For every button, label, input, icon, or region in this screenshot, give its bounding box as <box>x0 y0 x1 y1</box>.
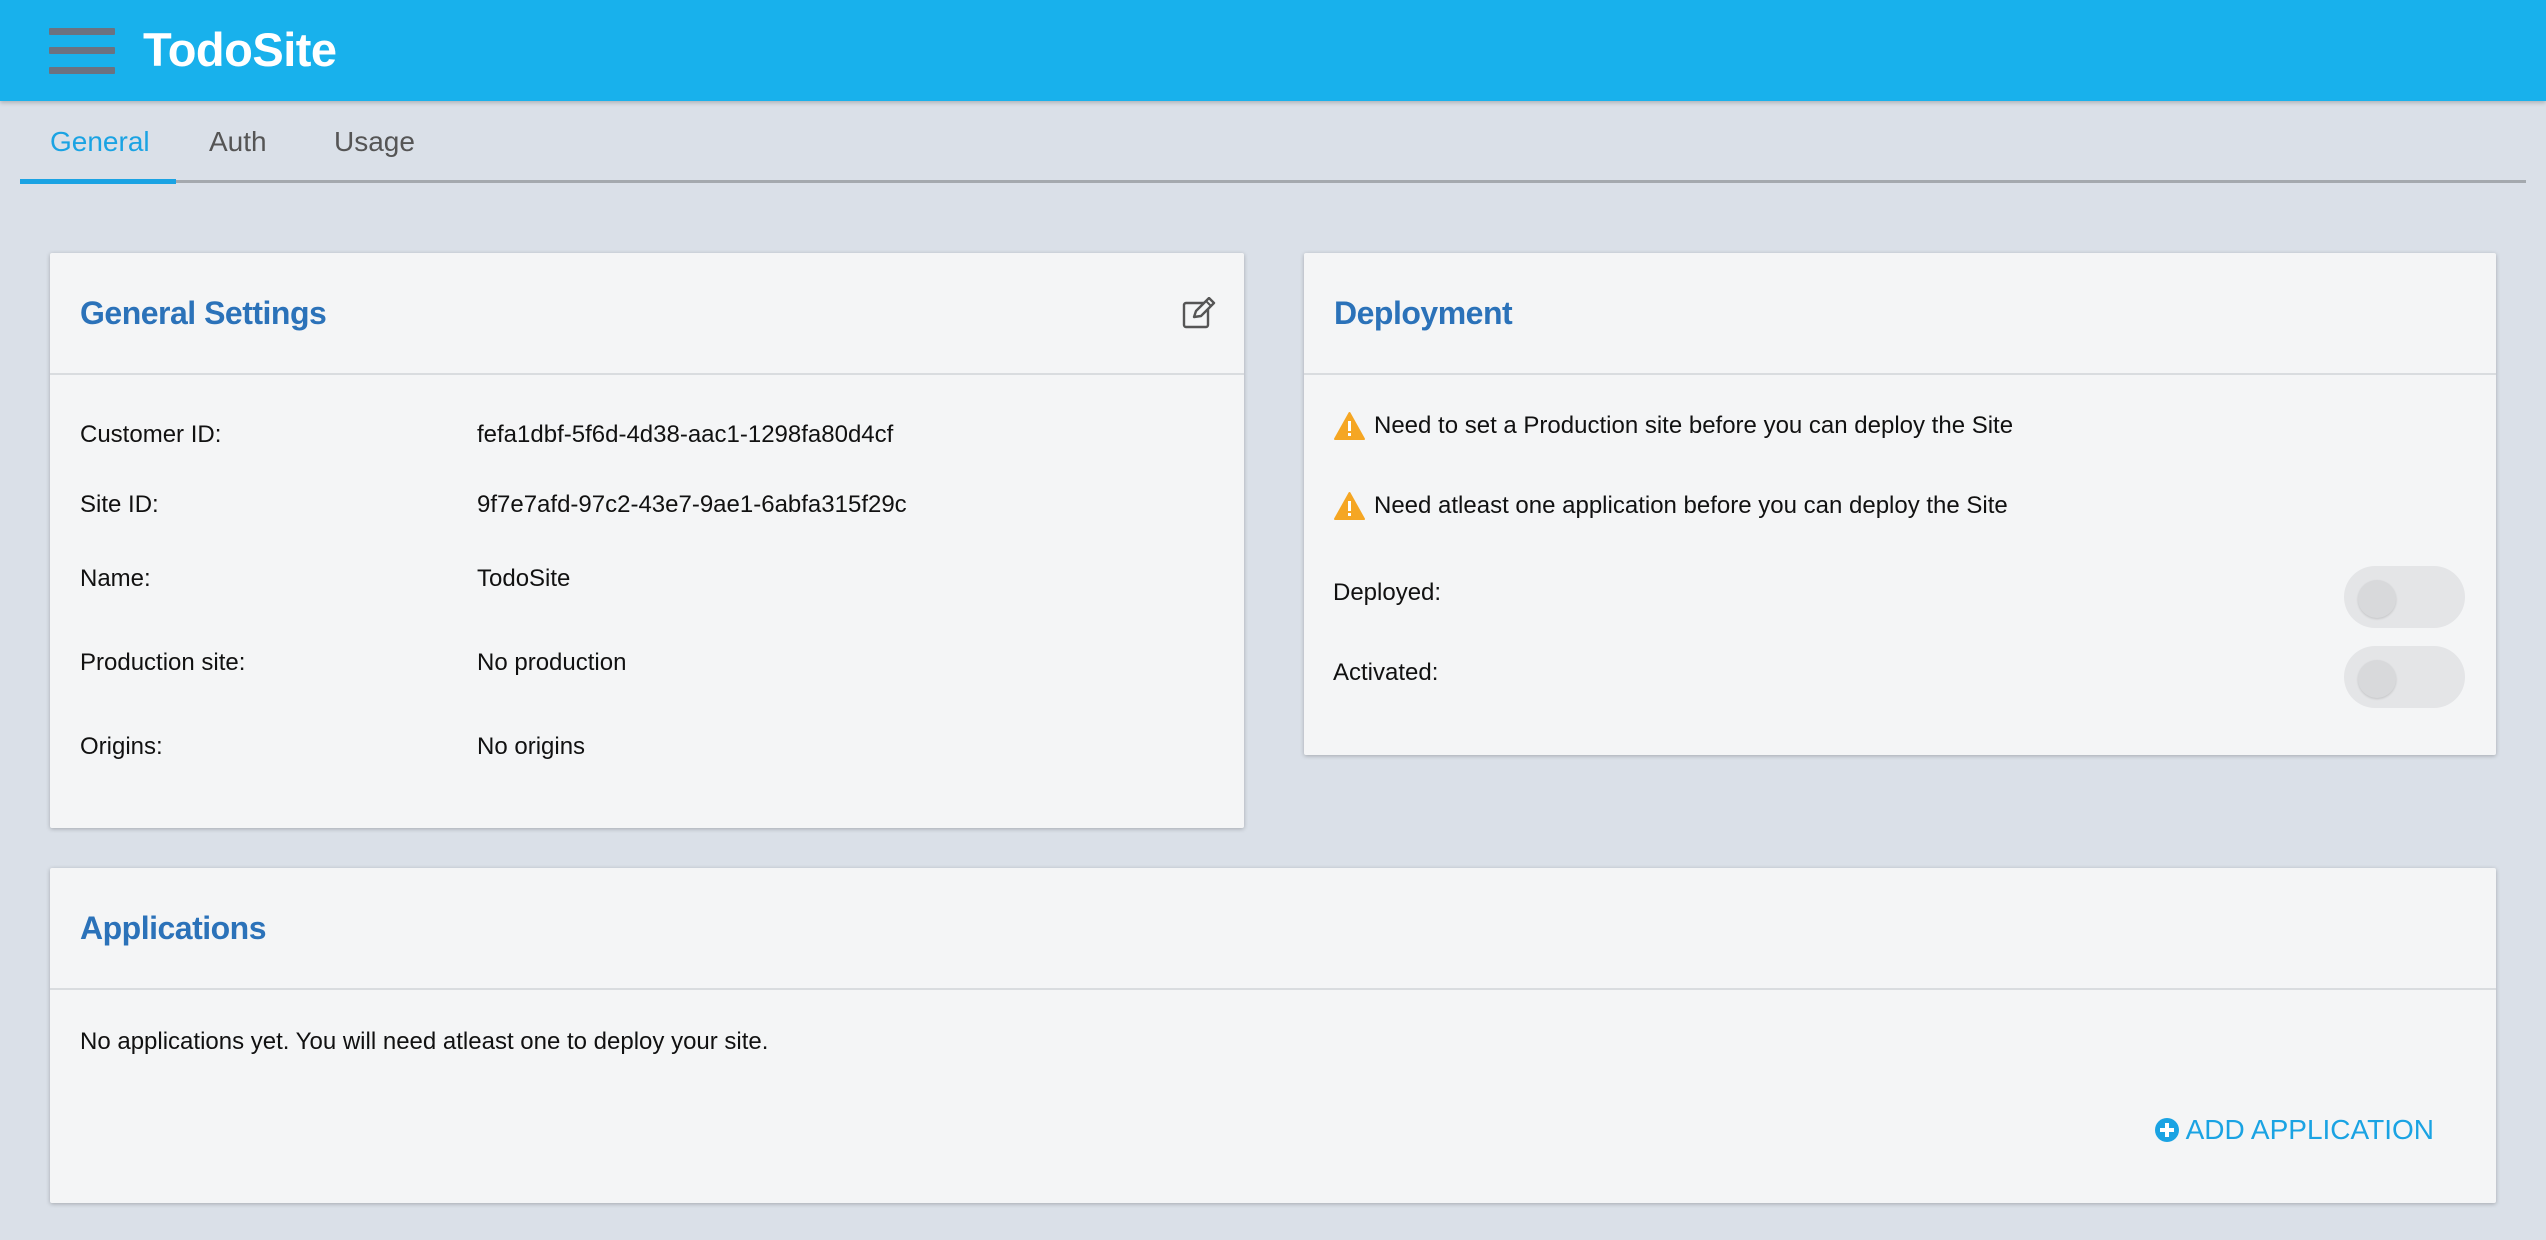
applications-card: Applications No applications yet. You wi… <box>50 868 2496 1203</box>
site-id-value: 9f7e7afd-97c2-43e7-9ae1-6abfa315f29c <box>477 491 907 518</box>
warning-text: Need to set a Production site before you… <box>1374 412 2014 439</box>
deployment-card: Deployment Need to set a Production site… <box>1304 253 2496 755</box>
add-application-button[interactable]: ADD APPLICATION <box>2154 1114 2434 1146</box>
plus-circle-icon <box>2154 1118 2179 1142</box>
app-title: TodoSite <box>143 23 337 76</box>
menu-icon[interactable] <box>49 28 115 74</box>
warning-message: Need atleast one application before you … <box>1333 491 2008 521</box>
activated-label: Activated: <box>1333 659 1439 686</box>
general-settings-card: General Settings Customer ID: fefa1dbf-5… <box>50 253 1244 828</box>
active-tab-indicator <box>20 179 176 184</box>
add-application-label: ADD APPLICATION <box>2185 1114 2434 1145</box>
tab-usage[interactable]: Usage <box>334 101 415 183</box>
site-id-label: Site ID: <box>80 491 159 518</box>
warning-message: Need to set a Production site before you… <box>1333 411 2013 441</box>
customer-id-label: Customer ID: <box>80 421 222 448</box>
tab-auth[interactable]: Auth <box>209 101 267 183</box>
warning-icon <box>1334 492 1365 520</box>
deployed-toggle[interactable] <box>2344 566 2465 628</box>
name-value: TodoSite <box>477 565 571 592</box>
card-header: Deployment <box>1304 253 2496 375</box>
tab-bar: General Auth Usage <box>20 101 2526 184</box>
toggle-knob <box>2358 580 2396 618</box>
production-site-value: No production <box>477 649 627 676</box>
tab-general[interactable]: General <box>50 101 150 183</box>
top-app-bar: TodoSite <box>0 0 2546 101</box>
warning-text: Need atleast one application before you … <box>1374 492 2008 519</box>
toggle-knob <box>2358 660 2396 698</box>
deployment-title: Deployment <box>1334 295 1513 331</box>
activated-toggle[interactable] <box>2344 646 2465 708</box>
edit-icon[interactable] <box>1182 297 1216 329</box>
production-site-label: Production site: <box>80 649 246 676</box>
customer-id-value: fefa1dbf-5f6d-4d38-aac1-1298fa80d4cf <box>477 421 894 448</box>
origins-value: No origins <box>477 733 586 760</box>
applications-title: Applications <box>80 910 267 946</box>
name-label: Name: <box>80 565 151 592</box>
origins-label: Origins: <box>80 733 163 760</box>
card-header: Applications <box>50 868 2496 990</box>
warning-icon <box>1334 412 1365 440</box>
empty-state-text: No applications yet. You will need atlea… <box>80 1028 769 1055</box>
deployed-label: Deployed: <box>1333 579 1442 606</box>
card-header: General Settings <box>50 253 1244 375</box>
general-settings-title: General Settings <box>80 295 327 331</box>
